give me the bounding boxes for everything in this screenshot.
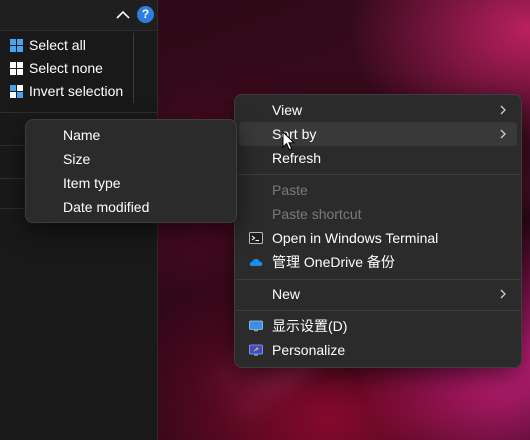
select-all-label: Select all bbox=[29, 37, 86, 53]
menu-item-onedrive-backup[interactable]: 管理 OneDrive 备份 bbox=[239, 250, 517, 274]
menu-item-paste-shortcut-label: Paste shortcut bbox=[272, 206, 362, 222]
select-all-icon bbox=[10, 38, 23, 52]
menu-item-open-terminal[interactable]: Open in Windows Terminal bbox=[239, 226, 517, 250]
menu-divider bbox=[236, 279, 520, 280]
sort-option-size-label: Size bbox=[63, 151, 91, 167]
display-settings-icon bbox=[249, 320, 263, 332]
personalize-icon bbox=[249, 344, 263, 356]
menu-item-personalize[interactable]: Personalize bbox=[239, 338, 517, 362]
sort-by-submenu: Name Size Item type Date modified bbox=[25, 119, 237, 223]
sort-option-name[interactable]: Name bbox=[30, 123, 232, 147]
select-none-button[interactable]: Select none bbox=[10, 57, 103, 79]
menu-divider bbox=[236, 174, 520, 175]
menu-item-new-label: New bbox=[272, 286, 301, 302]
onedrive-cloud-icon bbox=[249, 259, 263, 266]
desktop-context-menu: View Sort by Refresh Paste Paste shortcu… bbox=[234, 94, 522, 368]
sort-option-name-label: Name bbox=[63, 127, 101, 143]
menu-item-new[interactable]: New bbox=[239, 282, 517, 306]
sort-option-date-modified[interactable]: Date modified bbox=[30, 195, 232, 219]
ribbon-bottom-divider bbox=[0, 112, 157, 113]
menu-item-onedrive-backup-label: 管理 OneDrive 备份 bbox=[272, 254, 395, 270]
menu-item-view-label: View bbox=[272, 102, 303, 118]
menu-item-refresh[interactable]: Refresh bbox=[239, 146, 517, 170]
menu-item-sort-by[interactable]: Sort by bbox=[239, 122, 517, 146]
invert-selection-button[interactable]: Invert selection bbox=[10, 80, 123, 102]
sort-option-size[interactable]: Size bbox=[30, 147, 232, 171]
terminal-icon bbox=[249, 232, 263, 244]
invert-selection-icon bbox=[10, 84, 23, 98]
explorer-ribbon-bar: ? bbox=[0, 0, 157, 31]
chevron-up-icon bbox=[116, 10, 130, 19]
chevron-right-icon bbox=[500, 129, 506, 139]
select-none-icon bbox=[10, 61, 23, 75]
menu-item-paste: Paste bbox=[239, 178, 517, 202]
menu-item-refresh-label: Refresh bbox=[272, 150, 322, 166]
invert-selection-label: Invert selection bbox=[29, 83, 124, 99]
collapse-ribbon-button[interactable] bbox=[114, 6, 132, 24]
sort-option-item-type[interactable]: Item type bbox=[30, 171, 232, 195]
menu-item-personalize-label: Personalize bbox=[272, 342, 346, 358]
sort-option-item-type-label: Item type bbox=[63, 175, 121, 191]
chevron-right-icon bbox=[500, 105, 506, 115]
help-icon[interactable]: ? bbox=[137, 6, 154, 23]
menu-item-open-terminal-label: Open in Windows Terminal bbox=[272, 230, 439, 246]
menu-item-paste-label: Paste bbox=[272, 182, 308, 198]
menu-item-view[interactable]: View bbox=[239, 98, 517, 122]
select-none-label: Select none bbox=[29, 60, 103, 76]
menu-divider bbox=[236, 310, 520, 311]
sort-option-date-modified-label: Date modified bbox=[63, 199, 150, 215]
chevron-right-icon bbox=[500, 289, 506, 299]
menu-item-display-settings[interactable]: 显示设置(D) bbox=[239, 314, 517, 338]
menu-item-display-settings-label: 显示设置(D) bbox=[272, 318, 348, 334]
select-all-button[interactable]: Select all bbox=[10, 34, 86, 56]
mouse-cursor-icon bbox=[282, 131, 296, 151]
menu-item-paste-shortcut: Paste shortcut bbox=[239, 202, 517, 226]
ribbon-group-divider bbox=[133, 33, 134, 103]
